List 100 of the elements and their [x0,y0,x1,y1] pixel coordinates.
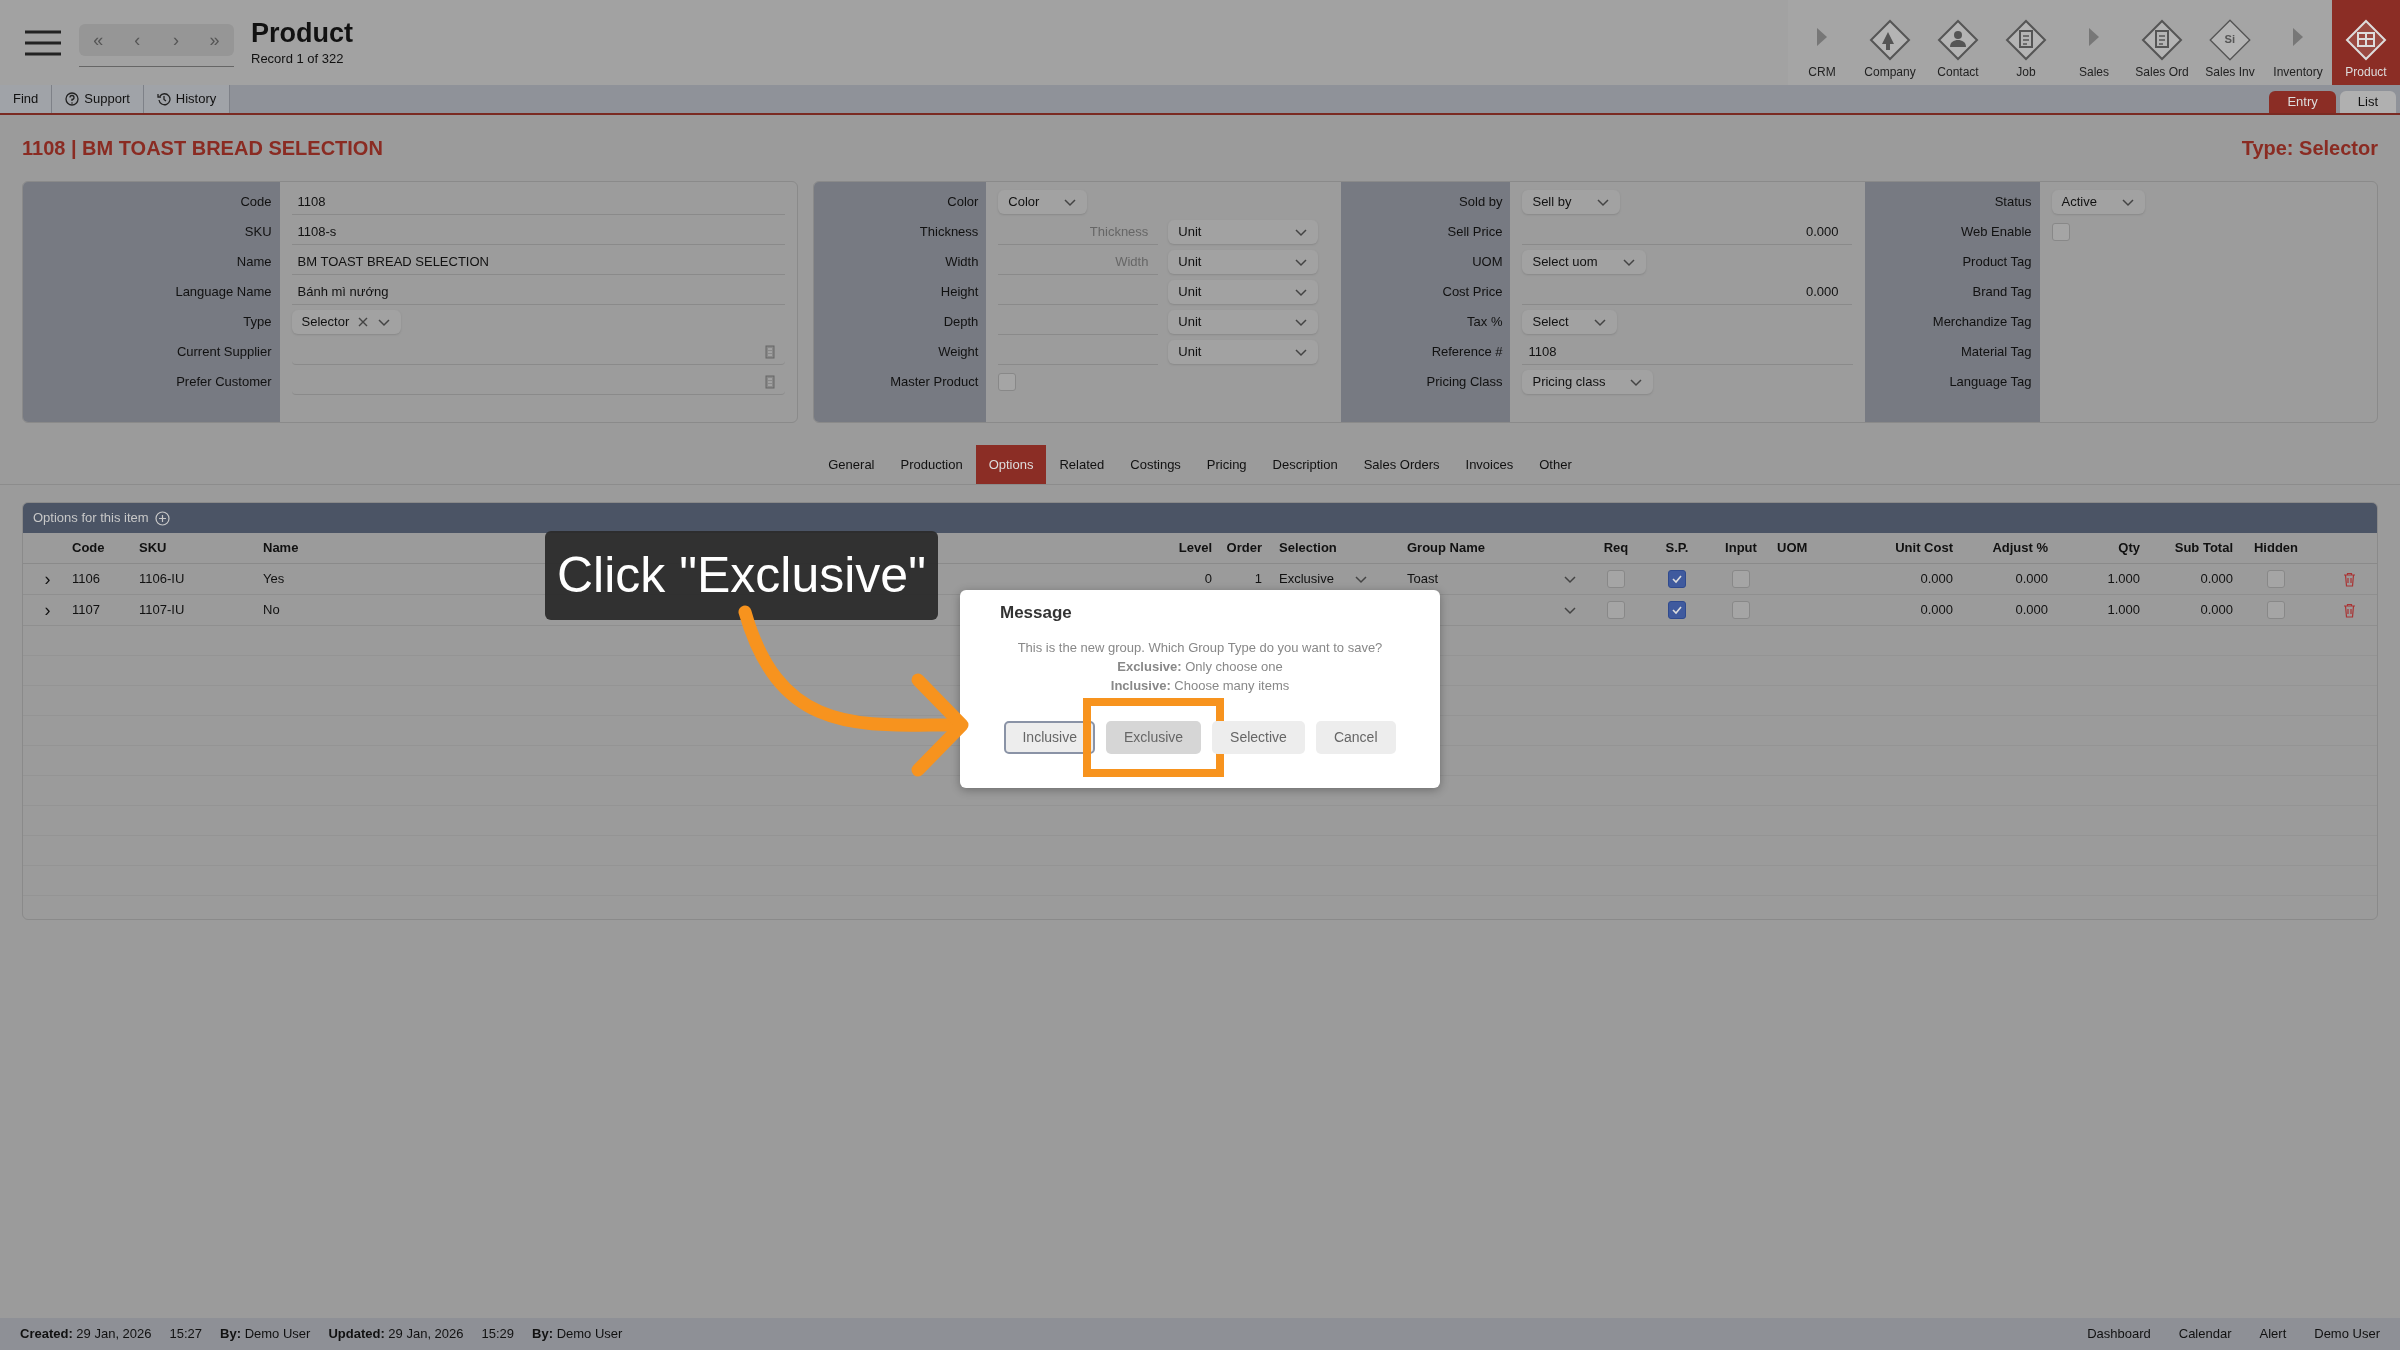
status-link[interactable]: Alert [2259,1324,2287,1344]
column-header: Level [1178,539,1212,558]
table-cell-text: No [263,601,280,620]
unit-dropdown[interactable]: Unit [1168,220,1319,244]
toolbar-button[interactable]: Support [52,85,144,113]
field-label: Cost Price [1442,283,1503,302]
list-icon[interactable] [764,344,775,359]
triangle-icon [1816,27,1828,47]
status-text: 15:29 [481,1325,515,1344]
field-label: Pricing Class [1426,373,1503,392]
dropdown[interactable]: Sell by [1522,190,1620,214]
text-field[interactable]: BM TOAST BREAD SELECTION [291,249,785,275]
dialog-button[interactable]: Exclusive [1105,720,1202,754]
unit-dropdown[interactable]: Unit [1168,280,1319,304]
field-label: Sell Price [1447,223,1503,242]
table-cell-text: 1106 [72,570,100,589]
dropdown[interactable]: Selector [291,310,402,334]
view-tab[interactable]: Entry [2269,91,2336,113]
record-counter: Record 1 of 322 [251,49,345,68]
help-icon [65,92,80,106]
tab[interactable]: Sales Orders [1350,445,1453,484]
checkbox[interactable] [2267,601,2285,619]
menu-icon[interactable] [25,29,61,56]
toolbar-button[interactable]: Find [0,85,53,113]
column-header: Adjust % [1992,539,2048,558]
checkbox[interactable] [1607,601,1625,619]
history-icon [156,92,171,106]
column-header: Req [1603,539,1629,558]
toolbar-button[interactable]: History [143,85,231,113]
table-cell-text: Yes [263,570,285,589]
unit-dropdown[interactable]: Unit [1168,310,1319,334]
number-field[interactable]: 0.000 [1522,219,1853,245]
group-dropdown[interactable]: Toast [1407,567,1577,591]
status-link[interactable]: Demo User [2314,1324,2380,1344]
field-label: Weight [938,343,979,362]
column-header: Code [72,539,105,558]
checkbox[interactable] [1668,570,1686,588]
unit-dropdown[interactable]: Unit [1168,340,1319,364]
tab[interactable]: Production [887,445,976,484]
dialog-button[interactable]: Cancel [1315,720,1396,754]
tab[interactable]: Related [1046,445,1118,484]
number-field[interactable]: 0.000 [1522,279,1853,305]
status-text: By: Demo User [220,1325,311,1344]
person-diamond-icon [1937,19,1979,61]
module-button[interactable]: Product [2332,0,2400,85]
tab[interactable]: Options [975,445,1047,484]
dropdown[interactable]: Color [998,190,1088,214]
expand-toggle[interactable]: › [44,570,51,588]
dropdown[interactable]: Pricing class [1522,370,1654,394]
field-label: Width [945,253,979,272]
clear-icon[interactable] [357,316,370,328]
text-field[interactable]: Bánh mì nướng [291,279,785,305]
dialog-button[interactable]: Selective [1212,720,1305,754]
trash-icon[interactable] [2342,571,2356,587]
triangle-icon [2088,27,2100,47]
dropdown[interactable]: Select [1522,310,1617,334]
table-cell-text: 1.000 [2107,570,2140,589]
column-header: Name [263,539,299,558]
instruction-callout: Click "Exclusive" [545,531,938,620]
table-cell-text: 1107-IU [139,601,185,620]
text-field[interactable]: 1108 [1522,339,1853,365]
checkbox[interactable] [2051,223,2070,241]
checkbox[interactable] [2267,570,2285,588]
checkbox[interactable] [1732,570,1750,588]
table-cell-text: 0.000 [2200,570,2233,589]
tab[interactable]: Other [1526,445,1585,484]
tab[interactable]: Description [1259,445,1351,484]
dropdown[interactable]: Active [2051,190,2145,214]
column-header: Qty [2118,539,2140,558]
icon-letters: Si [2224,32,2236,48]
check-icon [1671,604,1683,616]
checkbox[interactable] [1668,601,1686,619]
status-link[interactable]: Dashboard [2087,1324,2151,1344]
field-label: Current Supplier [176,343,272,362]
text-field[interactable]: 1108 [291,189,785,215]
dropdown[interactable]: Select uom [1522,250,1646,274]
list-icon[interactable] [764,374,775,389]
tab[interactable]: Pricing [1193,445,1260,484]
column-header: S.P. [1665,539,1689,558]
unit-dropdown[interactable]: Unit [1168,250,1319,274]
checkbox[interactable] [1732,601,1750,619]
checkbox[interactable] [1607,570,1625,588]
tab[interactable]: General [815,445,888,484]
status-link[interactable]: Calendar [2178,1324,2232,1344]
field-label: Depth [943,313,979,332]
field-label: Language Name [175,283,272,302]
selection-dropdown[interactable]: Exclusive [1279,569,1368,589]
tab[interactable]: Invoices [1452,445,1527,484]
tab[interactable]: Costings [1117,445,1194,484]
text-field[interactable]: 1108-s [291,219,785,245]
dialog-button[interactable]: Inclusive [1004,720,1095,754]
column-header: Order [1226,539,1262,558]
dialog-text: This is the new group. Which Group Type do you want to save? [1017,638,1383,657]
triangle-icon [2292,27,2304,47]
view-tab[interactable]: List [2339,91,2396,113]
expand-toggle[interactable]: › [44,601,51,619]
checkbox[interactable] [998,373,1017,391]
trash-icon[interactable] [2342,602,2356,618]
field-label: Thickness [919,223,979,242]
add-icon[interactable] [154,510,170,526]
